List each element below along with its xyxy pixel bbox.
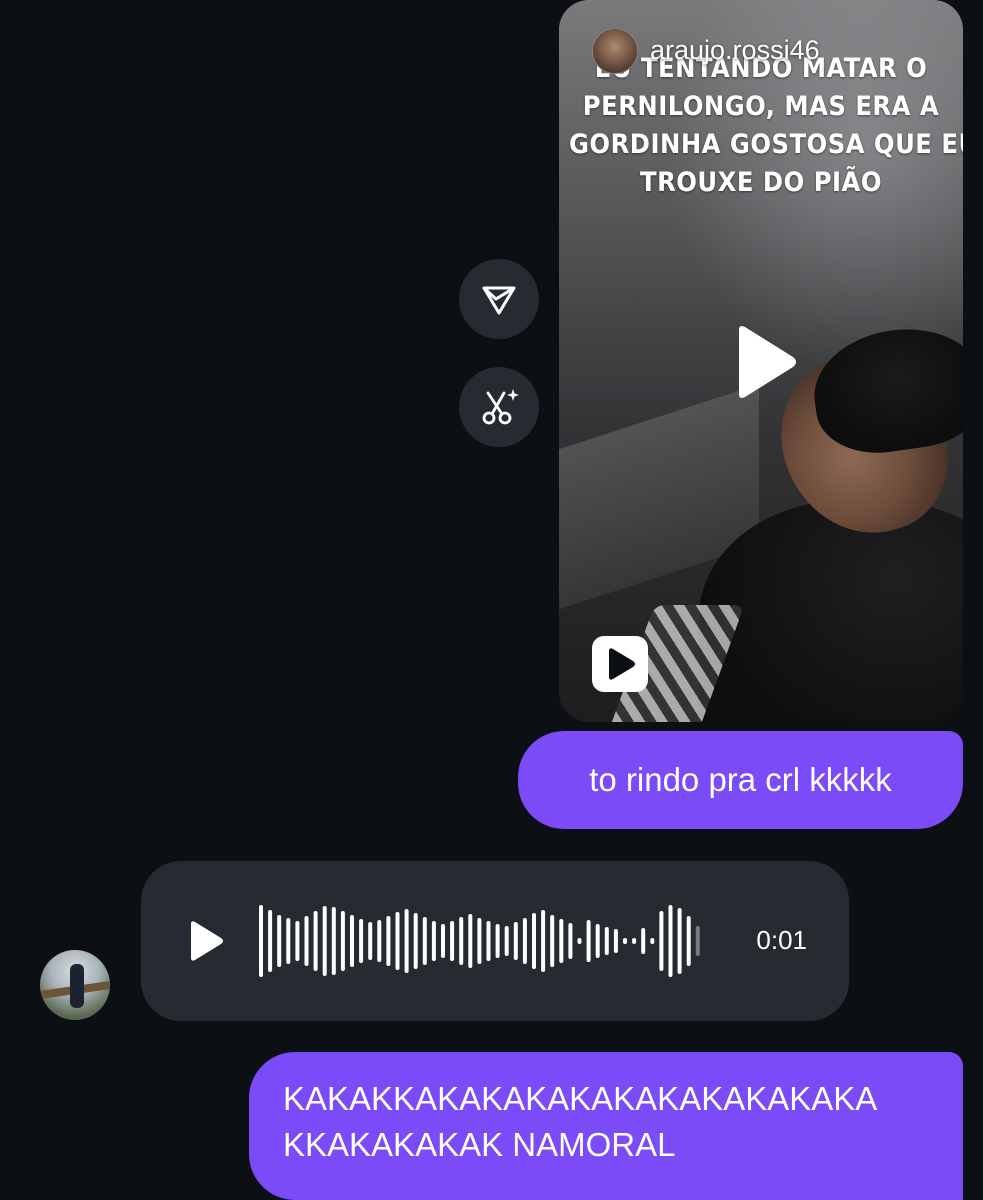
sender-avatar[interactable] [40, 950, 110, 1020]
reel-author[interactable]: araujo.rossi46 [592, 28, 820, 74]
message-text-line: KKAKAKAKAK NAMORAL [283, 1126, 676, 1163]
reel-author-username[interactable]: araujo.rossi46 [650, 35, 820, 66]
voice-duration: 0:01 [756, 925, 807, 955]
share-icon [482, 286, 516, 315]
sent-message[interactable]: KAKAKKAKAKAKAKAKAKAKAKAKAKA KKAKAKAKAK N… [249, 1052, 963, 1200]
reel-author-avatar[interactable] [592, 28, 638, 74]
chat-screen: EU TENTANDO MATAR O PERNILONGO, MAS ERA … [0, 0, 983, 1200]
sent-message[interactable]: to rindo pra crl kkkkk [518, 731, 963, 829]
share-button[interactable] [459, 259, 539, 339]
ai-scissors-icon [482, 389, 519, 425]
shared-reel[interactable]: EU TENTANDO MATAR O PERNILONGO, MAS ERA … [559, 0, 963, 722]
reel-caption-line: PERNILONGO, MAS ERA A [582, 91, 940, 122]
message-text: to rindo pra crl kkkkk [589, 761, 892, 798]
ai-edit-button[interactable] [459, 367, 539, 447]
reels-icon [592, 636, 648, 692]
reel-caption-line: TROUXE DO PIÃO [640, 167, 882, 198]
reel-caption-line: GORDINHA GOSTOSA QUE EU [569, 129, 963, 160]
play-icon[interactable] [729, 322, 799, 402]
play-icon[interactable] [185, 919, 225, 963]
message-text-line: KAKAKKAKAKAKAKAKAKAKAKAKAKA [283, 1080, 878, 1117]
voice-message[interactable]: 0:01 [141, 861, 849, 1021]
